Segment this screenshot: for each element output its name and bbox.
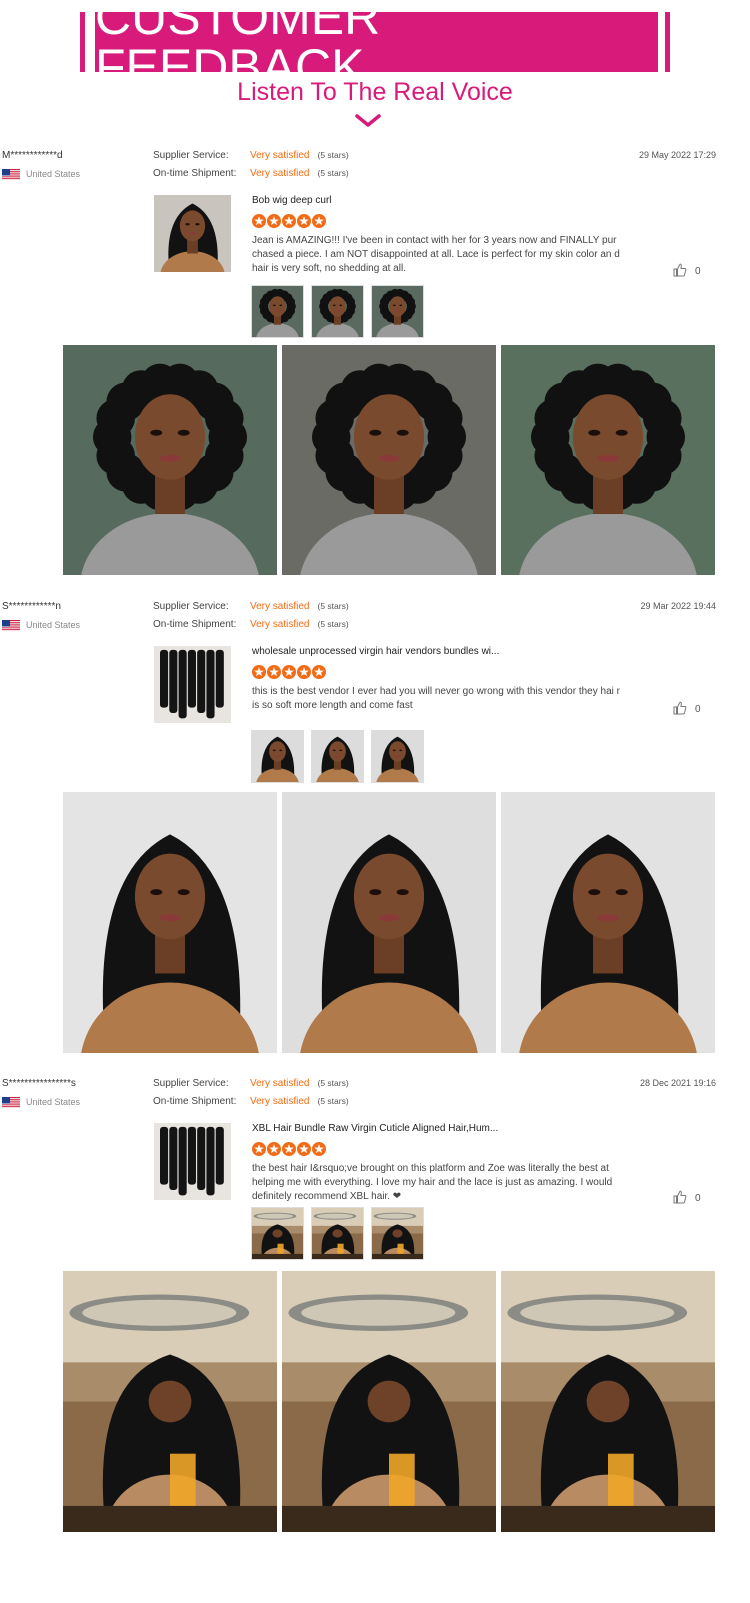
page-subtitle: Listen To The Real Voice: [237, 78, 513, 106]
reviewer-country: United States: [2, 619, 80, 631]
review-text: this is the best vendor I ever had you w…: [252, 686, 620, 711]
like-button[interactable]: 0: [673, 701, 701, 718]
supplier-service-row: Supplier Service: Very satisfied (5 star…: [153, 601, 349, 612]
rating-stars: [252, 665, 327, 679]
country-name: United States: [26, 169, 81, 179]
supplier-service-row: Supplier Service: Very satisfied (5 star…: [153, 150, 349, 161]
review-photo-thumbs: [251, 285, 431, 338]
product-title-link[interactable]: Bob wig deep curl: [252, 195, 332, 206]
product-thumbnail[interactable]: [154, 1123, 231, 1200]
shipment-label: On-time Shipment:: [153, 1096, 237, 1107]
like-button[interactable]: 0: [673, 1190, 701, 1207]
supplier-service-value: Very satisfied: [250, 1078, 310, 1089]
review-photo-large[interactable]: [282, 1271, 496, 1532]
thumbs-up-icon: [673, 701, 695, 718]
review-photo-large[interactable]: [501, 792, 715, 1053]
supplier-service-label: Supplier Service:: [153, 1078, 229, 1089]
rating-stars: [252, 1142, 327, 1156]
shipment-label: On-time Shipment:: [153, 619, 237, 630]
product-thumbnail[interactable]: [154, 195, 231, 272]
review-photo-large[interactable]: [63, 792, 277, 1053]
reviewer-name: S****************s: [2, 1078, 76, 1089]
review-photo-large[interactable]: [501, 1271, 715, 1532]
like-button[interactable]: 0: [673, 263, 701, 280]
review-photo-large[interactable]: [63, 1271, 277, 1532]
review-photo-thumb[interactable]: [311, 1207, 364, 1260]
review-date: 29 Mar 2022 19:44: [640, 601, 716, 611]
product-title-link[interactable]: wholesale unprocessed virgin hair vendor…: [252, 646, 499, 657]
shipment-row: On-time Shipment: Very satisfied (5 star…: [153, 619, 349, 630]
review-photo-large[interactable]: [63, 345, 277, 575]
review-date: 28 Dec 2021 19:16: [639, 1078, 716, 1088]
supplier-service-label: Supplier Service:: [153, 601, 229, 612]
review-photo-thumb[interactable]: [311, 730, 364, 783]
review-photo-thumb[interactable]: [371, 285, 424, 338]
shipment-value: Very satisfied: [250, 1096, 310, 1107]
review-photo-thumbs: [251, 730, 431, 783]
thumbs-up-icon: [673, 1190, 695, 1207]
supplier-service-stars: (5 stars): [317, 1078, 349, 1088]
reviewer-name: S************n: [2, 601, 61, 612]
shipment-label: On-time Shipment:: [153, 168, 237, 179]
review-photo-thumb[interactable]: [251, 730, 304, 783]
review-photo-thumb[interactable]: [311, 285, 364, 338]
review-photo-thumbs: [251, 1207, 431, 1260]
shipment-value: Very satisfied: [250, 619, 310, 630]
supplier-service-stars: (5 stars): [317, 601, 349, 611]
review-photo-thumb[interactable]: [371, 1207, 424, 1260]
review-photo-large[interactable]: [282, 792, 496, 1053]
reviewer-country: United States: [2, 168, 80, 180]
supplier-service-value: Very satisfied: [250, 601, 310, 612]
page-header: CUSTOMER FEEDBACK Listen To The Real Voi…: [0, 0, 750, 140]
product-title-link[interactable]: XBL Hair Bundle Raw Virgin Cuticle Align…: [252, 1123, 498, 1134]
review-text: Jean is AMAZING!!! I've been in contact …: [252, 235, 620, 274]
supplier-service-value: Very satisfied: [250, 150, 310, 161]
us-flag-icon: [2, 168, 20, 180]
review-photo-gallery: [63, 792, 720, 1053]
reviewer-country: United States: [2, 1096, 80, 1108]
product-thumbnail[interactable]: [154, 646, 231, 723]
review-photo-thumb[interactable]: [251, 285, 304, 338]
supplier-service-label: Supplier Service:: [153, 150, 229, 161]
banner-right-bar: [665, 12, 670, 72]
banner-left-bar: [80, 12, 85, 72]
shipment-stars: (5 stars): [317, 168, 349, 178]
rating-stars: [252, 214, 327, 228]
us-flag-icon: [2, 1096, 20, 1108]
like-count: 0: [695, 704, 701, 715]
supplier-service-stars: (5 stars): [317, 150, 349, 160]
shipment-value: Very satisfied: [250, 168, 310, 179]
supplier-service-row: Supplier Service: Very satisfied (5 star…: [153, 1078, 349, 1089]
review-date: 29 May 2022 17:29: [638, 150, 716, 160]
title-banner: CUSTOMER FEEDBACK: [95, 0, 658, 92]
shipment-row: On-time Shipment: Very satisfied (5 star…: [153, 168, 349, 179]
chevron-down-icon: [355, 114, 381, 127]
shipment-row: On-time Shipment: Very satisfied (5 star…: [153, 1096, 349, 1107]
thumbs-up-icon: [673, 263, 695, 280]
review-photo-large[interactable]: [282, 345, 496, 575]
review-photo-gallery: [63, 345, 720, 575]
like-count: 0: [695, 266, 701, 277]
reviewer-name: M************d: [2, 150, 63, 161]
review-photo-thumb[interactable]: [251, 1207, 304, 1260]
review-photo-thumb[interactable]: [371, 730, 424, 783]
review-text: the best hair I&rsquo;ve brought on this…: [252, 1163, 613, 1202]
country-name: United States: [26, 1097, 81, 1107]
like-count: 0: [695, 1193, 701, 1204]
us-flag-icon: [2, 619, 20, 631]
shipment-stars: (5 stars): [317, 1096, 349, 1106]
country-name: United States: [26, 620, 81, 630]
review-photo-gallery: [63, 1271, 720, 1532]
shipment-stars: (5 stars): [317, 619, 349, 629]
review-photo-large[interactable]: [501, 345, 715, 575]
